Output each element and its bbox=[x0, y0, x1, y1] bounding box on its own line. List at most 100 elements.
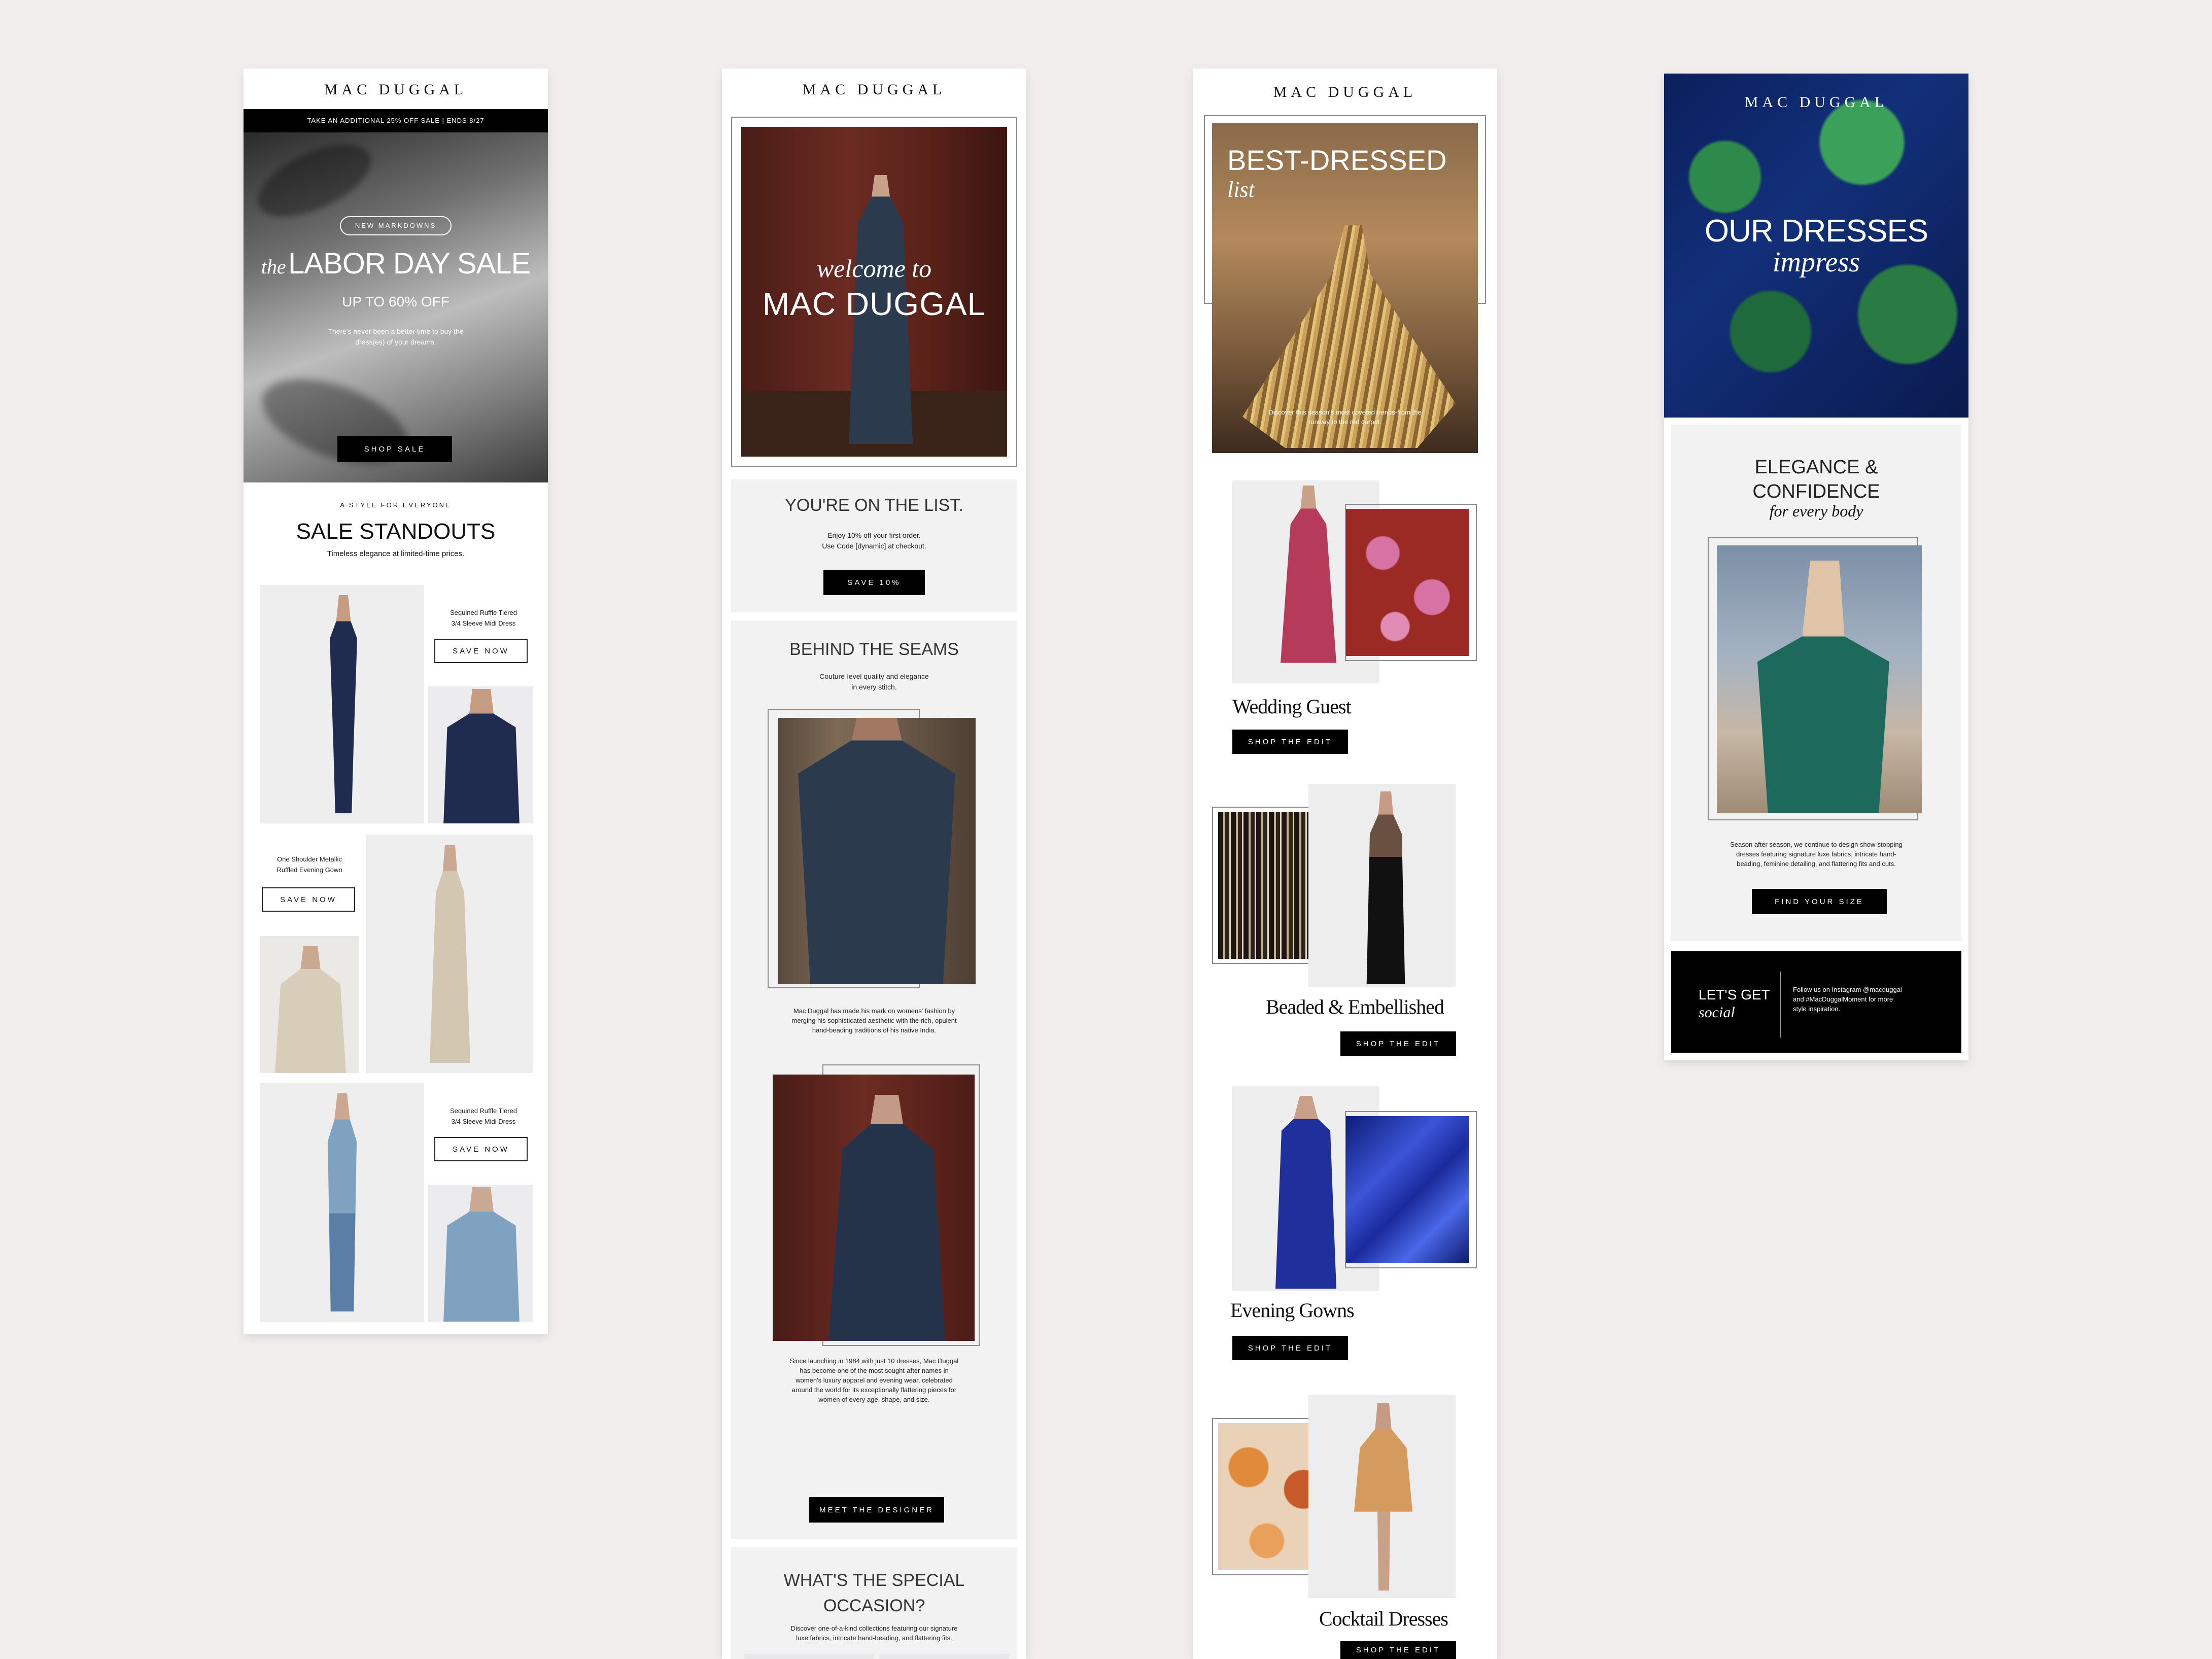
brand-logo: MAC DUGGAL bbox=[324, 81, 468, 98]
section-title-line: CONFIDENCE bbox=[1752, 481, 1880, 502]
category-name: Wedding Guest bbox=[1232, 695, 1352, 718]
find-your-size-button[interactable]: FIND YOUR SIZE bbox=[1752, 889, 1887, 914]
hero-title-text: LABOR DAY SALE bbox=[288, 247, 531, 280]
section-body-line: Season after season, we continue to desi… bbox=[1730, 841, 1903, 848]
seams-image[interactable] bbox=[778, 718, 976, 984]
section-title-line: ELEGANCE & bbox=[1754, 457, 1878, 478]
eyebrow-text: A STYLE FOR EVERYONE bbox=[340, 501, 452, 509]
hero-title-prefix: the bbox=[261, 255, 286, 278]
seams-panel: BEHIND THE SEAMS Couture-level quality a… bbox=[731, 620, 1017, 1539]
category-name: Evening Gowns bbox=[1230, 1299, 1355, 1322]
list-title: YOU'RE ON THE LIST. bbox=[785, 496, 963, 515]
product-name-line: 3/4 Sleeve Midi Dress bbox=[451, 1118, 516, 1125]
brand-logo: MAC DUGGAL bbox=[802, 81, 946, 98]
hero-body-line: There's never been a better time to buy … bbox=[328, 327, 464, 335]
seams-body: Mac Duggal has made his mark on womens' … bbox=[731, 1006, 1017, 1035]
shop-the-edit-button[interactable]: SHOP THE EDIT bbox=[1232, 730, 1348, 754]
hero-image[interactable]: welcome to MAC DUGGAL bbox=[741, 127, 1007, 457]
story-body-line: around the world for its exceptionally f… bbox=[791, 1386, 957, 1394]
section-body-line: beading, feminine detailing, and flatter… bbox=[1737, 860, 1896, 868]
list-body-line: Enjoy 10% off your first order. bbox=[827, 531, 921, 539]
occasion-body-line: luxe fabrics, intricate hand-beading, an… bbox=[796, 1634, 952, 1642]
save-now-button[interactable]: SAVE NOW bbox=[434, 639, 528, 663]
brand-logo: MAC DUGGAL bbox=[1273, 84, 1417, 100]
category-image[interactable] bbox=[1308, 1395, 1456, 1598]
story-body-line: women of every age, shape, and size. bbox=[818, 1396, 930, 1403]
seams-body-line: merging his sophisticated aesthetic with… bbox=[791, 1017, 957, 1024]
model-figure bbox=[443, 689, 520, 823]
model-figure bbox=[430, 845, 470, 1063]
seams-subtitle-line: in every stitch. bbox=[851, 683, 897, 691]
seams-body-line: Mac Duggal has made his mark on womens' … bbox=[793, 1007, 955, 1015]
category-name: Beaded & Embellished bbox=[1266, 995, 1444, 1018]
hero-image[interactable]: BEST-DRESSED list Discover this season's… bbox=[1212, 123, 1478, 453]
save-10-button[interactable]: SAVE 10% bbox=[823, 570, 925, 595]
meet-the-designer-button[interactable]: MEET THE DESIGNER bbox=[809, 1497, 944, 1523]
shop-the-edit-button[interactable]: SHOP THE EDIT bbox=[1232, 1336, 1348, 1360]
hero-body-line: Discover this season's most coveted tren… bbox=[1268, 408, 1422, 416]
model-figure bbox=[1757, 561, 1889, 813]
section-body: Season after season, we continue to desi… bbox=[1671, 840, 1961, 869]
social-panel[interactable]: LET'S GET social Follow us on Instagram … bbox=[1671, 951, 1961, 1053]
product-image[interactable] bbox=[260, 585, 424, 823]
model-figure bbox=[1281, 486, 1336, 663]
save-now-button[interactable]: SAVE NOW bbox=[434, 1137, 528, 1161]
section-subtitle: Timeless elegance at limited-time prices… bbox=[327, 549, 465, 558]
shop-sale-button[interactable]: SHOP SALE bbox=[337, 436, 452, 462]
story-body-line: women's luxury apparel and evening wear,… bbox=[796, 1376, 953, 1384]
model-figure bbox=[328, 1093, 357, 1311]
elegance-panel: ELEGANCE & CONFIDENCE for every body Sea… bbox=[1671, 425, 1961, 941]
social-body: Follow us on Instagram @macduggal and #M… bbox=[1793, 985, 1955, 1014]
social-body-line: style inspiration. bbox=[1793, 1005, 1841, 1013]
hero-subtitle: UP TO 60% OFF bbox=[342, 294, 450, 309]
product-detail-image[interactable] bbox=[260, 936, 359, 1073]
product-image[interactable] bbox=[366, 835, 533, 1073]
social-body-line: and #MacDuggalMoment for more bbox=[1793, 995, 1893, 1003]
model-figure bbox=[1275, 1096, 1336, 1289]
occasion-image[interactable] bbox=[879, 1654, 1009, 1659]
section-script: for every body bbox=[1769, 502, 1863, 520]
promo-bar[interactable]: TAKE AN ADDITIONAL 25% OFF SALE | ENDS 8… bbox=[244, 109, 548, 132]
model-figure bbox=[275, 946, 346, 1073]
section-title: ELEGANCE & CONFIDENCE bbox=[1671, 455, 1961, 504]
hero-line-1: OUR DRESSES bbox=[1704, 214, 1928, 249]
shop-the-edit-button[interactable]: SHOP THE EDIT bbox=[1340, 1031, 1456, 1056]
occasion-panel: WHAT'S THE SPECIAL OCCASION? Discover on… bbox=[731, 1547, 1017, 1659]
email-labor-day-sale: MAC DUGGAL TAKE AN ADDITIONAL 25% OFF SA… bbox=[244, 68, 548, 1334]
occasion-title-line: WHAT'S THE SPECIAL bbox=[783, 1571, 965, 1590]
feature-image[interactable] bbox=[1717, 545, 1922, 813]
social-body-line: Follow us on Instagram @macduggal bbox=[1793, 986, 1902, 993]
email-our-dresses: MAC DUGGAL OUR DRESSES impress ELEGANCE … bbox=[1664, 74, 1968, 1060]
product-name-line: Sequined Ruffle Tiered bbox=[450, 1107, 517, 1115]
hero-pill[interactable]: NEW MARKDOWNS bbox=[340, 216, 452, 235]
story-body-line: has become one of the most sought-after … bbox=[800, 1367, 949, 1374]
fabric-swatch bbox=[1346, 1116, 1469, 1263]
occasion-body: Discover one-of-a-kind collections featu… bbox=[731, 1623, 1017, 1643]
hero-body: There's never been a better time to buy … bbox=[244, 326, 548, 348]
hero-body-line: runway to the red carpet. bbox=[1308, 418, 1381, 426]
product-name-line: One Shoulder Metallic bbox=[277, 855, 342, 863]
hero-title: the LABOR DAY SALE bbox=[244, 247, 548, 281]
story-image[interactable] bbox=[773, 1075, 975, 1341]
hero-title-text: BEST-DRESSED bbox=[1227, 144, 1447, 176]
seams-body-line: hand-beading traditions of his native In… bbox=[812, 1026, 937, 1034]
story-body: Since launching in 1984 with just 10 dre… bbox=[731, 1356, 1017, 1404]
product-detail-image[interactable] bbox=[428, 1185, 533, 1322]
category-image[interactable] bbox=[1308, 784, 1456, 987]
product-name-line: 3/4 Sleeve Midi Dress bbox=[451, 619, 516, 627]
product-image[interactable] bbox=[260, 1083, 424, 1322]
product-detail-image[interactable] bbox=[428, 686, 533, 823]
occasion-image[interactable] bbox=[744, 1654, 874, 1659]
hero-body-line: dress(es) of your dreams. bbox=[355, 338, 436, 346]
seams-title: BEHIND THE SEAMS bbox=[789, 640, 959, 659]
hero-image[interactable]: MAC DUGGAL OUR DRESSES impress bbox=[1664, 74, 1968, 418]
save-now-button[interactable]: SAVE NOW bbox=[262, 887, 355, 912]
list-panel: YOU'RE ON THE LIST. Enjoy 10% off your f… bbox=[731, 479, 1017, 612]
occasion-title: WHAT'S THE SPECIAL OCCASION? bbox=[731, 1568, 1017, 1618]
social-title: LET'S GET bbox=[1699, 987, 1770, 1003]
story-body-line: Since launching in 1984 with just 10 dre… bbox=[789, 1357, 959, 1365]
section-title: SALE STANDOUTS bbox=[296, 519, 496, 544]
hero-title-script: list bbox=[1227, 177, 1255, 202]
shop-the-edit-button[interactable]: SHOP THE EDIT bbox=[1340, 1641, 1456, 1659]
product-name-line: Sequined Ruffle Tiered bbox=[450, 609, 517, 616]
